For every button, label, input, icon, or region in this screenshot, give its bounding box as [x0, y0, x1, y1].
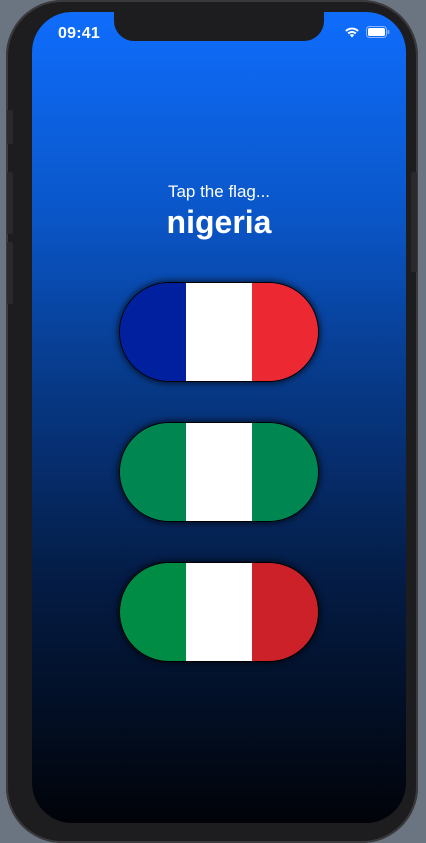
- battery-icon: [366, 26, 390, 38]
- status-icons: [344, 26, 390, 38]
- wifi-icon: [344, 26, 360, 38]
- flag-stripe: [186, 563, 252, 661]
- status-time: 09:41: [58, 25, 100, 42]
- flag-button-italy[interactable]: [119, 562, 319, 662]
- flag-stripe: [252, 563, 318, 661]
- flag-stripe: [186, 283, 252, 381]
- screen: 09:41 Tap the flag... nigeria: [32, 12, 406, 823]
- flag-button-nigeria[interactable]: [119, 422, 319, 522]
- flag-stripe: [120, 283, 186, 381]
- flag-stripe: [120, 423, 186, 521]
- flag-stripe: [252, 423, 318, 521]
- mute-switch: [7, 110, 13, 144]
- flag-stripe: [252, 283, 318, 381]
- notch: [114, 12, 324, 41]
- volume-down-button: [7, 242, 13, 304]
- prompt-text: Tap the flag...: [167, 182, 271, 201]
- country-name: nigeria: [166, 204, 272, 240]
- flag-stripe: [186, 423, 252, 521]
- flag-button-france[interactable]: [119, 282, 319, 382]
- power-button: [411, 172, 417, 272]
- phone-frame: 09:41 Tap the flag... nigeria: [6, 0, 418, 843]
- flag-stripe: [120, 563, 186, 661]
- volume-up-button: [7, 172, 13, 234]
